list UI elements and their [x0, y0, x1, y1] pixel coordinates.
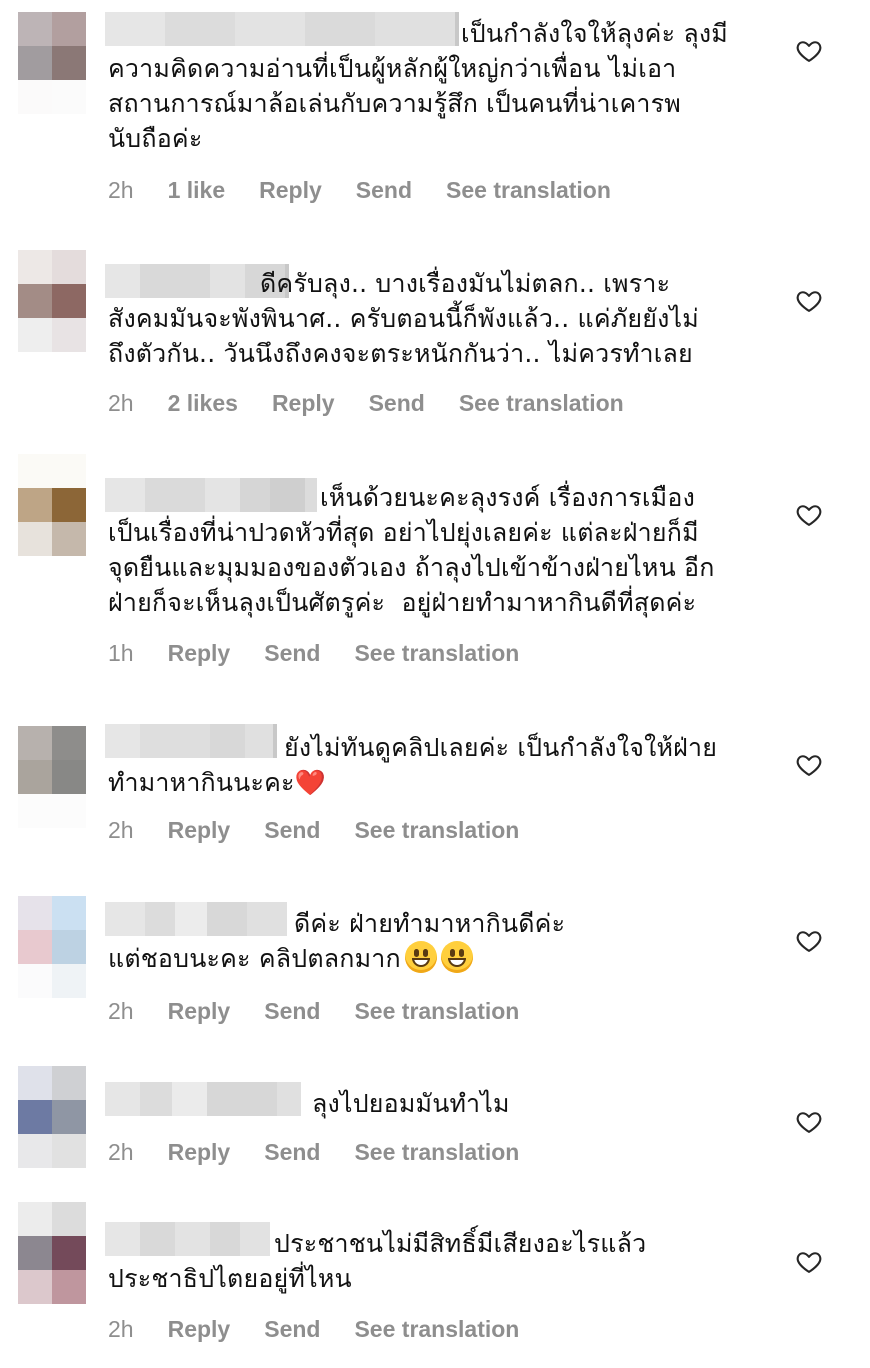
send-button[interactable]: Send: [356, 177, 412, 204]
comment-text: ประชาชนไม่มีสิทธิ์มีเสียงอะไรแล้ว ประชาธ…: [108, 1229, 647, 1293]
comment-meta: 2h Reply Send See translation: [108, 1314, 553, 1344]
comment-time: 2h: [108, 176, 134, 203]
send-button[interactable]: Send: [264, 998, 320, 1025]
comment-meta: 2h 1 like Reply Send See translation: [108, 175, 645, 205]
grinning-face-emoji: [440, 941, 473, 973]
heart-outline-icon[interactable]: [795, 37, 823, 65]
reply-button[interactable]: Reply: [168, 817, 231, 844]
grinning-face-emoji: [404, 941, 437, 973]
avatar[interactable]: [18, 1066, 86, 1168]
avatar[interactable]: [18, 1202, 86, 1304]
see-translation-button[interactable]: See translation: [459, 390, 624, 417]
comment-time: 2h: [108, 1138, 134, 1165]
comment-time: 2h: [108, 997, 134, 1024]
reply-button[interactable]: Reply: [272, 390, 335, 417]
comment-text: ดีครับลุง.. บางเรื่องมันไม่ตลก.. เพราะ ส…: [108, 269, 699, 368]
reply-button[interactable]: Reply: [168, 998, 231, 1025]
comment-text: เห็นด้วยนะคะลุงรงค์ เรื่องการเมือง เป็นเ…: [108, 483, 715, 617]
comment-time: 2h: [108, 816, 134, 843]
comment-text: ลุงไปยอมมันทำไม: [312, 1089, 510, 1118]
comment-meta: 2h Reply Send See translation: [108, 996, 553, 1026]
send-button[interactable]: Send: [264, 640, 320, 667]
reply-button[interactable]: Reply: [168, 1139, 231, 1166]
red-heart-emoji: ❤️: [294, 768, 326, 797]
heart-outline-icon[interactable]: [795, 501, 823, 529]
comment-meta: 2h Reply Send See translation: [108, 1137, 553, 1167]
see-translation-button[interactable]: See translation: [446, 177, 611, 204]
see-translation-button[interactable]: See translation: [354, 817, 519, 844]
heart-outline-icon[interactable]: [795, 751, 823, 779]
likes-count[interactable]: 1 like: [168, 177, 226, 204]
heart-outline-icon[interactable]: [795, 927, 823, 955]
comment-meta: 1h Reply Send See translation: [108, 638, 553, 668]
comment-meta: 2h 2 likes Reply Send See translation: [108, 388, 658, 418]
comment-text: เป็นกำลังใจให้ลุงค่ะ ลุงมี ความคิดความอ่…: [108, 19, 728, 153]
avatar[interactable]: [18, 726, 86, 828]
avatar[interactable]: [18, 454, 86, 556]
comment-meta: 2h Reply Send See translation: [108, 815, 553, 845]
see-translation-button[interactable]: See translation: [354, 1139, 519, 1166]
heart-outline-icon[interactable]: [795, 1108, 823, 1136]
heart-outline-icon[interactable]: [795, 1248, 823, 1276]
send-button[interactable]: Send: [369, 390, 425, 417]
reply-button[interactable]: Reply: [168, 1316, 231, 1343]
likes-count[interactable]: 2 likes: [168, 390, 238, 417]
comment-text-content: ดีค่ะ ฝ่ายทำมาหากินดีค่ะ แต่ชอบนะคะ คลิป…: [108, 909, 566, 973]
see-translation-button[interactable]: See translation: [354, 1316, 519, 1343]
avatar[interactable]: [18, 896, 86, 998]
heart-outline-icon[interactable]: [795, 287, 823, 315]
send-button[interactable]: Send: [264, 817, 320, 844]
send-button[interactable]: Send: [264, 1316, 320, 1343]
send-button[interactable]: Send: [264, 1139, 320, 1166]
avatar[interactable]: [18, 12, 86, 114]
comment-time: 2h: [108, 389, 134, 416]
see-translation-button[interactable]: See translation: [354, 640, 519, 667]
see-translation-button[interactable]: See translation: [354, 998, 519, 1025]
reply-button[interactable]: Reply: [259, 177, 322, 204]
comment-text: ยังไม่ทันดูคลิปเลยค่ะ เป็นกำลังใจให้ฝ่าย…: [108, 730, 768, 800]
avatar[interactable]: [18, 250, 86, 352]
reply-button[interactable]: Reply: [168, 640, 231, 667]
comment-text-content: ยังไม่ทันดูคลิปเลยค่ะ เป็นกำลังใจให้ฝ่าย…: [108, 733, 718, 797]
comment-time: 2h: [108, 1315, 134, 1342]
comment-text: ดีค่ะ ฝ่ายทำมาหากินดีค่ะ แต่ชอบนะคะ คลิป…: [108, 906, 768, 976]
comment-time: 1h: [108, 639, 134, 666]
